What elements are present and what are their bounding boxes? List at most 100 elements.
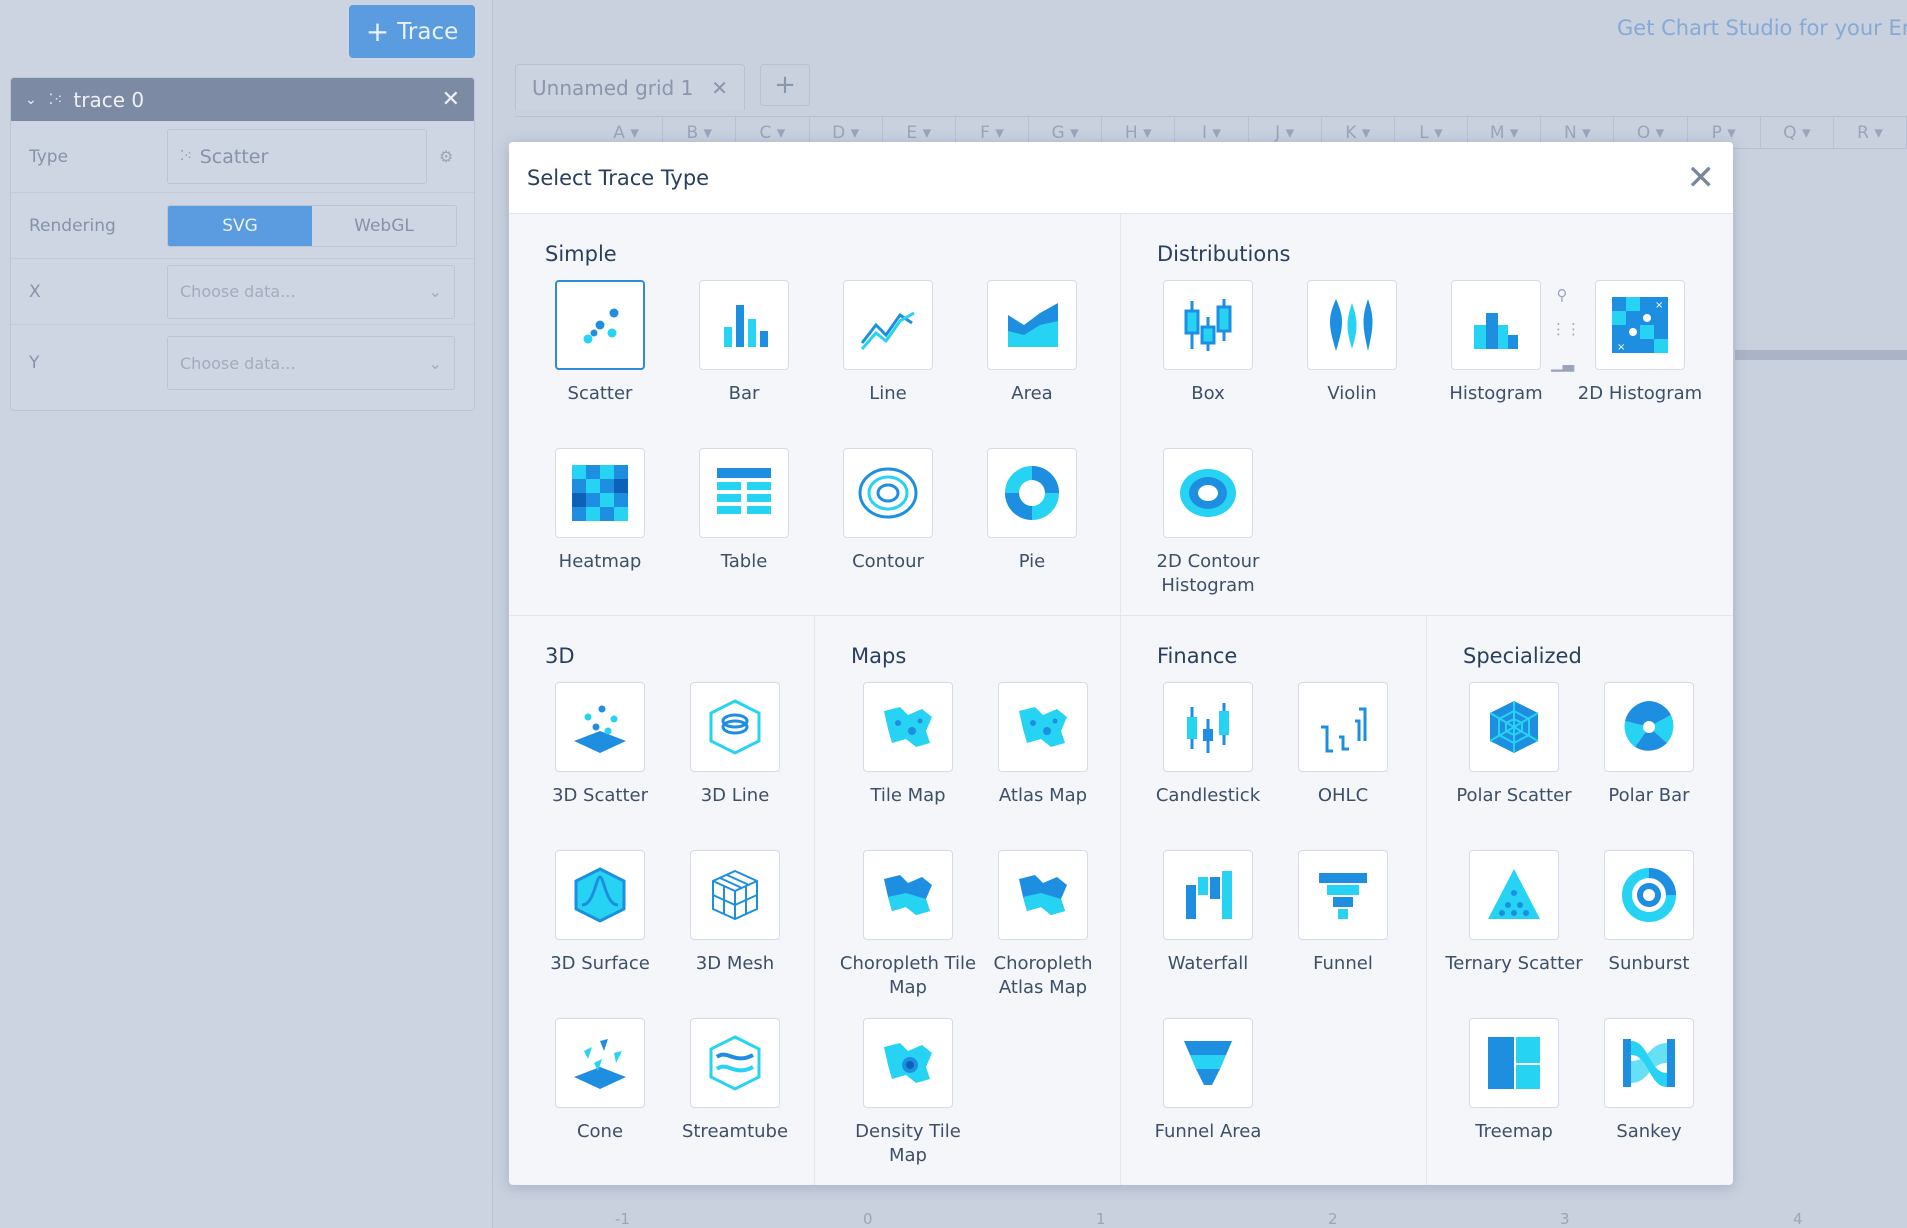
scatter-icon: ⁚⁖: [48, 91, 64, 108]
chart-studio-link[interactable]: Get Chart Studio for your Er: [1617, 16, 1907, 40]
trace-type-polar-bar[interactable]: Polar Bar: [1579, 682, 1719, 808]
density-map-icon: [884, 1043, 932, 1083]
trace-type-candlestick[interactable]: Candlestick: [1138, 682, 1278, 808]
y-row: Y Choose data... ⌄: [11, 325, 474, 401]
trace-type-funnel[interactable]: Funnel: [1273, 850, 1413, 976]
trace-type-treemap[interactable]: Treemap: [1444, 1018, 1584, 1144]
trace-type-contour[interactable]: Contour: [818, 448, 958, 574]
section-title: Maps: [851, 644, 907, 668]
trace-type-selector[interactable]: ⁚⁖ Scatter: [167, 129, 427, 184]
trace-type-choropleth-atlas-map[interactable]: Choropleth Atlas Map: [973, 850, 1113, 1000]
trace-type-violin[interactable]: Violin: [1282, 280, 1422, 406]
ternary-icon: [1488, 869, 1540, 919]
x-data-dropdown[interactable]: Choose data... ⌄: [167, 264, 455, 319]
trace-name: trace 0: [73, 87, 145, 112]
trace-type-2d-histogram[interactable]: × × 2D Histogram: [1570, 280, 1710, 406]
trace-type-3d-line[interactable]: 3D Line: [665, 682, 805, 808]
section-title: 3D: [545, 644, 575, 668]
trace-type-ohlc[interactable]: OHLC: [1273, 682, 1413, 808]
delete-trace-icon[interactable]: ✕: [442, 87, 460, 112]
treemap-icon: [1488, 1037, 1540, 1089]
trace-type-choropleth-tile-map[interactable]: Choropleth Tile Map: [838, 850, 978, 1000]
render-svg-option[interactable]: SVG: [168, 205, 312, 246]
trace-type-label: Treemap: [1475, 1121, 1553, 1142]
trace-type-label: 3D Mesh: [695, 953, 775, 974]
trace-type-funnel-area[interactable]: Funnel Area: [1138, 1018, 1278, 1144]
map-icon: [1019, 707, 1067, 747]
x-axis-ticks: -1 0 1 2 3 4: [600, 1200, 1900, 1228]
y-label: Y: [29, 353, 40, 373]
trace-type-heatmap[interactable]: Heatmap: [530, 448, 670, 574]
trace-type-streamtube[interactable]: Streamtube: [665, 1018, 805, 1144]
plus-icon: +: [365, 14, 390, 48]
sankey-icon: [1623, 1039, 1675, 1087]
trace-type-label: Line: [869, 383, 907, 404]
trace-type-cone[interactable]: Cone: [530, 1018, 670, 1144]
x-label: X: [29, 281, 41, 302]
trace-type-pie[interactable]: Pie: [962, 448, 1102, 574]
scatter-icon: ⁚⁖: [180, 149, 192, 164]
candlestick-icon: [1187, 703, 1229, 753]
trace-type-label: Atlas Map: [998, 785, 1088, 806]
trace-header[interactable]: ⌄ ⁚⁖ trace 0 ✕: [11, 78, 474, 121]
y-data-dropdown[interactable]: Choose data... ⌄: [167, 336, 455, 390]
trace-type-label: Histogram: [1449, 383, 1543, 404]
rendering-row: Rendering SVG WebGL: [11, 193, 474, 259]
trace-type-box[interactable]: Box: [1138, 280, 1278, 406]
trace-type-label: Sankey: [1616, 1121, 1682, 1142]
trace-type-3d-scatter[interactable]: 3D Scatter: [530, 682, 670, 808]
section-finance: Finance Candlestick OHLC Waterfall Funne…: [1121, 616, 1427, 1185]
streamtube-icon: [709, 1035, 761, 1091]
2d-histogram-icon: ××: [1612, 297, 1668, 353]
gear-icon[interactable]: ⚙: [439, 147, 453, 166]
trace-type-label: 3D Scatter: [552, 785, 648, 806]
section-title: Distributions: [1157, 242, 1291, 266]
funnel-icon: [1319, 873, 1367, 919]
svg-text:×: ×: [1617, 342, 1625, 353]
trace-type-ternary-scatter[interactable]: Ternary Scatter: [1444, 850, 1584, 976]
trace-type-tile-map[interactable]: Tile Map: [838, 682, 978, 808]
trace-type-label: Area: [1011, 383, 1053, 404]
trace-type-label: Tile Map: [870, 785, 946, 806]
divider: [1735, 350, 1907, 360]
trace-type-atlas-map[interactable]: Atlas Map: [973, 682, 1113, 808]
axis-tick: 3: [1560, 1210, 1570, 1228]
chevron-down-icon[interactable]: ⌄: [25, 92, 37, 108]
trace-type-label: OHLC: [1317, 785, 1369, 806]
trace-type-polar-scatter[interactable]: Polar Scatter: [1444, 682, 1584, 808]
trace-type-density-tile-map[interactable]: Density Tile Map: [838, 1018, 978, 1168]
trace-type-label: 2D Histogram: [1577, 383, 1703, 404]
trace-type-bar[interactable]: Bar: [674, 280, 814, 406]
section-distributions: Distributions Box Violin Histogram ⚲ ⋮⋮ …: [1121, 214, 1733, 616]
trace-type-waterfall[interactable]: Waterfall: [1138, 850, 1278, 976]
y-placeholder: Choose data...: [180, 353, 296, 373]
close-icon[interactable]: ✕: [711, 76, 728, 100]
section-title: Specialized: [1463, 644, 1582, 668]
close-icon[interactable]: ✕: [1687, 161, 1716, 195]
trace-type-histogram[interactable]: Histogram: [1426, 280, 1566, 406]
trace-type-label: Streamtube: [681, 1121, 789, 1142]
trace-type-scatter[interactable]: Scatter: [530, 280, 670, 406]
trace-type-sunburst[interactable]: Sunburst: [1579, 850, 1719, 976]
axis-tick: 2: [1328, 1210, 1338, 1228]
trace-type-area[interactable]: Area: [962, 280, 1102, 406]
render-webgl-option[interactable]: WebGL: [312, 206, 456, 246]
choropleth-map-icon: [884, 875, 932, 915]
section-title: Simple: [545, 242, 617, 266]
trace-type-label: Funnel Area: [1154, 1121, 1262, 1142]
trace-type-line[interactable]: Line: [818, 280, 958, 406]
trace-type-label: Table: [720, 551, 768, 572]
trace-type-2d-contour-histogram[interactable]: 2D Contour Histogram: [1138, 448, 1278, 598]
add-grid-button[interactable]: +: [760, 64, 810, 106]
grid-tab[interactable]: Unnamed grid 1 ✕: [515, 64, 745, 110]
section-simple: Simple Scatter Bar Line Area Heatmap Tab…: [509, 214, 1121, 616]
trace-type-3d-surface[interactable]: 3D Surface: [530, 850, 670, 976]
axis-tick: 1: [1096, 1210, 1106, 1228]
trace-type-3d-mesh[interactable]: 3D Mesh: [665, 850, 805, 976]
trace-type-sankey[interactable]: Sankey: [1579, 1018, 1719, 1144]
add-trace-button[interactable]: + Trace: [349, 5, 475, 58]
column-header[interactable]: Q ▾: [1761, 117, 1834, 148]
column-header[interactable]: R ▾: [1834, 117, 1907, 148]
trace-type-table[interactable]: Table: [674, 448, 814, 574]
choropleth-map-icon: [1019, 875, 1067, 915]
